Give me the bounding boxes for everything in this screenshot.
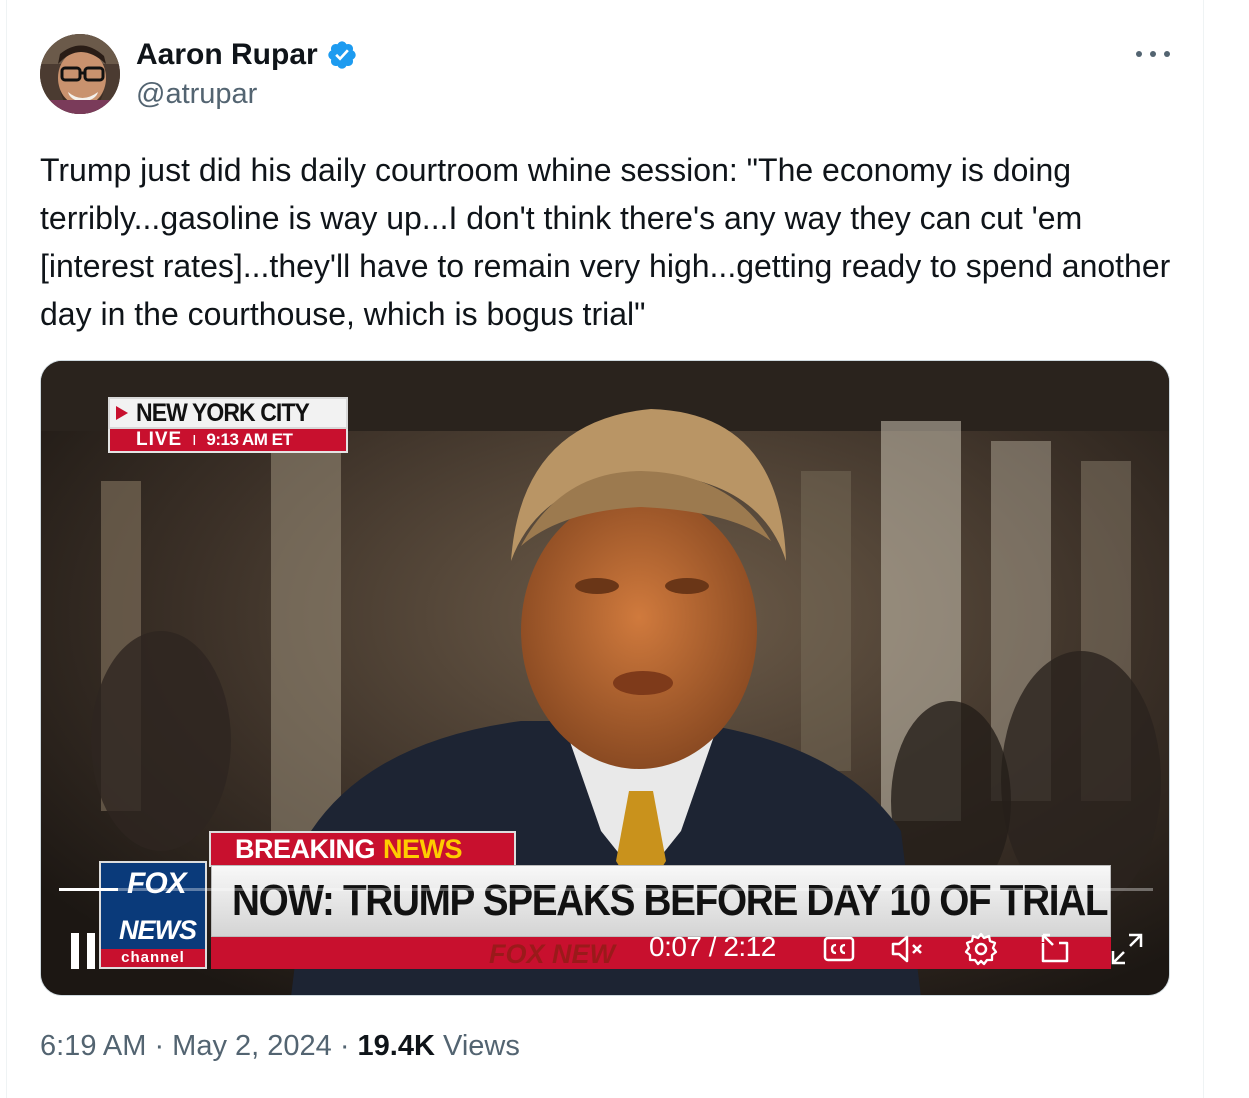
- breaking-label: BREAKING: [235, 833, 376, 864]
- location-lower-third: NEW YORK CITY LIVE I 9:13 AM ET: [108, 397, 348, 453]
- news-headline-bar: NOW: TRUMP SPEAKS BEFORE DAY 10 OF TRIAL: [211, 865, 1111, 937]
- settings-gear-icon[interactable]: [963, 931, 999, 967]
- location-arrow-icon: [116, 406, 128, 420]
- location-label: NEW YORK CITY: [136, 398, 310, 427]
- avatar[interactable]: [40, 34, 120, 114]
- news-headline: NOW: TRUMP SPEAKS BEFORE DAY 10 OF TRIAL: [232, 876, 1109, 925]
- column-border-left: [6, 0, 7, 1098]
- author-handle[interactable]: @atrupar: [136, 78, 257, 111]
- video-progress-track[interactable]: [59, 888, 1153, 891]
- tweet-text: Trump just did his daily courtroom whine…: [40, 152, 1171, 332]
- logo-news-text: NEWS: [119, 915, 197, 945]
- tweet-timestamp[interactable]: 6:19 AM · May 2, 2024 ·: [40, 1030, 358, 1062]
- video-player[interactable]: NEW YORK CITY LIVE I 9:13 AM ET BREAKING…: [40, 360, 1170, 996]
- views-label[interactable]: Views: [435, 1030, 520, 1062]
- breaking-news-banner: BREAKING NEWS: [209, 831, 516, 867]
- fullscreen-icon[interactable]: [1109, 931, 1145, 967]
- views-count[interactable]: 19.4K: [358, 1030, 435, 1062]
- captions-icon[interactable]: [821, 931, 857, 967]
- network-logo: FOX NEWS channel: [99, 861, 207, 969]
- news-label: NEWS: [383, 833, 463, 864]
- ticker-text: FOX NEW: [489, 939, 615, 969]
- column-border-right: [1203, 0, 1204, 1098]
- more-horizontal-icon[interactable]: [1136, 40, 1170, 68]
- live-time: 9:13 AM ET: [206, 430, 293, 449]
- video-progress-fill[interactable]: [59, 888, 118, 891]
- video-timecode: 0:07 / 2:12: [649, 931, 776, 962]
- live-label: LIVE: [136, 429, 183, 450]
- avatar-image: [40, 34, 120, 114]
- tweet-frame: Aaron Rupar @atrupar Trump just did his …: [0, 0, 1249, 1098]
- live-separator: I: [192, 431, 197, 449]
- logo-channel-text: channel: [101, 949, 205, 967]
- logo-fox-text: FOX: [127, 867, 187, 900]
- verified-badge-icon: [328, 41, 356, 69]
- author-name-row[interactable]: Aaron Rupar: [136, 38, 358, 72]
- volume-muted-icon[interactable]: [889, 931, 925, 967]
- picture-in-picture-icon[interactable]: [1037, 931, 1073, 967]
- pause-icon[interactable]: [71, 933, 99, 969]
- tweet-meta: 6:19 AM · May 2, 2024 · 19.4K Views: [40, 1030, 520, 1063]
- author-display-name[interactable]: Aaron Rupar: [136, 38, 318, 72]
